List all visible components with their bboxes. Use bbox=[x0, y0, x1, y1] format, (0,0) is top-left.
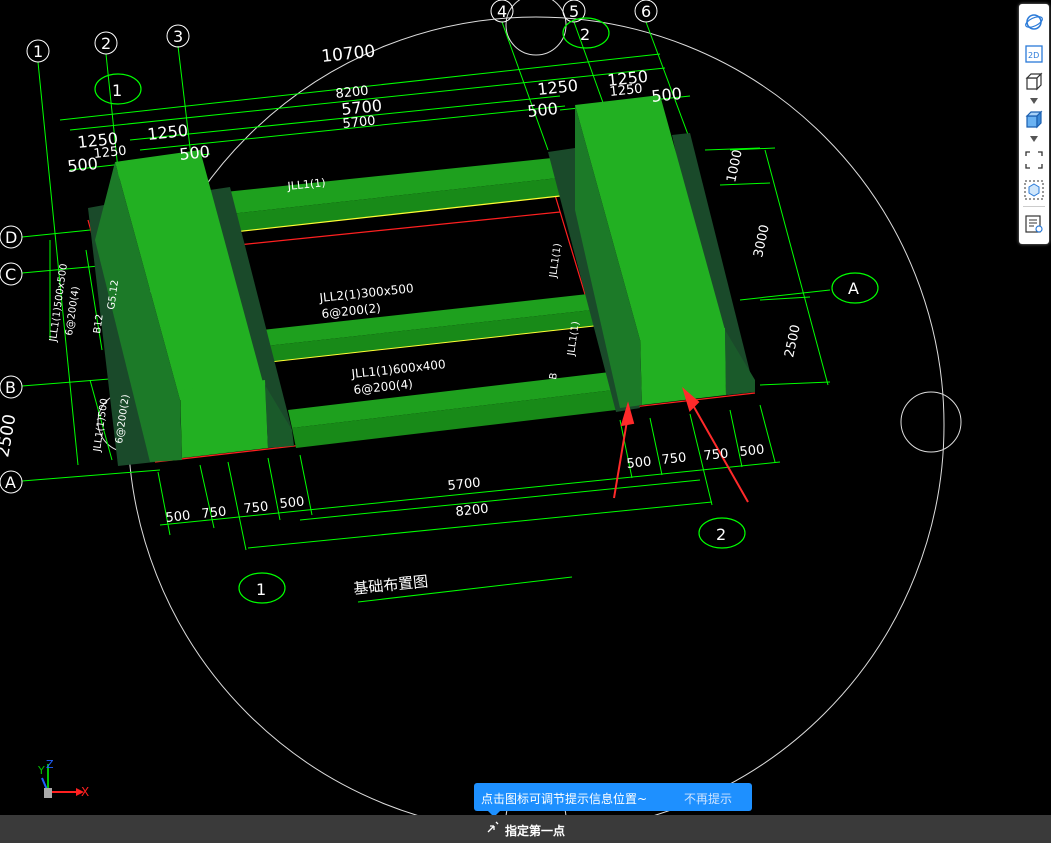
dim-bottom-right-750-b: 750 bbox=[703, 446, 729, 464]
tip-message: 点击图标可调节提示信息位置~ bbox=[481, 792, 648, 806]
dim-right-2500: 2500 bbox=[782, 323, 804, 358]
view-3d-icon[interactable] bbox=[1022, 70, 1046, 94]
dim-bottom-right-500-b: 500 bbox=[739, 442, 765, 460]
fullscreen-icon[interactable] bbox=[1022, 148, 1046, 172]
ucs-x-label: X bbox=[81, 785, 89, 799]
axis-label-B: B bbox=[5, 378, 16, 397]
dim-bottom-left-500-a: 500 bbox=[165, 508, 191, 526]
annot-right-1: JLL1(1) bbox=[548, 243, 564, 280]
dim-bottom-right-500-a: 500 bbox=[626, 454, 652, 472]
annot-right-3: B bbox=[548, 372, 560, 380]
axis-label-D: D bbox=[5, 228, 17, 247]
dim-bottom-left-750-a: 750 bbox=[201, 504, 227, 522]
dim-top-left-500-a: 500 bbox=[66, 154, 98, 176]
orbit-icon[interactable] bbox=[1022, 10, 1046, 34]
zoom-3d-icon[interactable] bbox=[1022, 178, 1046, 202]
dim-right-1000: 1000 bbox=[724, 148, 746, 183]
orbit-handle-right[interactable] bbox=[900, 391, 962, 453]
axis-label-2: 2 bbox=[101, 34, 111, 53]
dim-top-right-1250-a: 1250 bbox=[536, 76, 578, 99]
ucs-icon: Y Z X bbox=[34, 758, 94, 807]
dim-top-left-1250-b: 1250 bbox=[146, 121, 188, 144]
ucs-y-label: Y bbox=[37, 764, 45, 777]
axis-label-C: C bbox=[5, 265, 16, 284]
dim-top-right-1250-c: 1250 bbox=[609, 82, 643, 100]
callout-1-top: 1 bbox=[112, 81, 122, 100]
axis-label-5: 5 bbox=[569, 2, 579, 21]
view-3d-solid-icon[interactable] bbox=[1022, 108, 1046, 132]
callout-1-bottom: 1 bbox=[256, 580, 266, 599]
command-prompt: 指定第一点 bbox=[505, 824, 566, 838]
axis-label-A: A bbox=[5, 473, 16, 492]
dim-bottom-left-750-b: 750 bbox=[243, 499, 269, 517]
footing-right[interactable] bbox=[548, 95, 755, 412]
cursor-pick-icon bbox=[487, 821, 499, 833]
dim-bottom-8200: 8200 bbox=[455, 502, 489, 520]
dim-top-inner-b: 5700 bbox=[342, 114, 376, 132]
orbit-handle-top[interactable] bbox=[505, 0, 567, 56]
dim-left-2500: 2500 bbox=[0, 413, 20, 459]
tip-dismiss-link[interactable]: 不再提示 bbox=[684, 790, 732, 807]
annot-left-2: 6@200(4) bbox=[64, 286, 82, 337]
drawing-canvas[interactable]: 1 2 3 4 5 6 D C B A 1 2 1 2 A 10700 8200… bbox=[0, 0, 1051, 815]
axis-label-3: 3 bbox=[173, 27, 183, 46]
dim-top-right-500-b: 500 bbox=[650, 84, 682, 106]
callout-A-right: A bbox=[848, 279, 859, 298]
callout-2-bottom: 2 bbox=[716, 525, 726, 544]
dim-top-right-500-a: 500 bbox=[526, 99, 558, 121]
cad-viewport[interactable]: 1 2 3 4 5 6 D C B A 1 2 1 2 A 10700 8200… bbox=[0, 0, 1051, 815]
dim-top-left-500-b: 500 bbox=[178, 142, 210, 164]
view-2d-icon[interactable]: 2D bbox=[1022, 42, 1046, 66]
view-toolbar: 2D bbox=[1019, 4, 1049, 244]
axis-label-6: 6 bbox=[641, 2, 651, 21]
dim-top-total: 10700 bbox=[320, 41, 376, 67]
drawing-title: 基础布置图 bbox=[353, 572, 429, 598]
dim-bottom-left-500-b: 500 bbox=[279, 494, 305, 512]
chevron-down-icon[interactable] bbox=[1030, 136, 1038, 142]
tip-bubble[interactable]: 点击图标可调节提示信息位置~ 不再提示 bbox=[474, 783, 752, 817]
dim-bottom-5700: 5700 bbox=[447, 476, 481, 494]
toolbar-divider bbox=[1023, 206, 1045, 207]
callout-2-top: 2 bbox=[580, 25, 590, 44]
dim-right-3000: 3000 bbox=[751, 223, 773, 258]
ucs-z-label: Z bbox=[46, 758, 54, 771]
chevron-down-icon[interactable] bbox=[1030, 98, 1038, 104]
properties-icon[interactable] bbox=[1022, 212, 1046, 236]
dim-top-left-1250-c: 1250 bbox=[93, 144, 127, 162]
axis-label-4: 4 bbox=[497, 2, 507, 21]
axis-label-1: 1 bbox=[33, 42, 43, 61]
command-bar: 指定第一点 bbox=[0, 815, 1051, 843]
svg-text:2D: 2D bbox=[1028, 51, 1039, 60]
dim-bottom-right-750-a: 750 bbox=[661, 450, 687, 468]
